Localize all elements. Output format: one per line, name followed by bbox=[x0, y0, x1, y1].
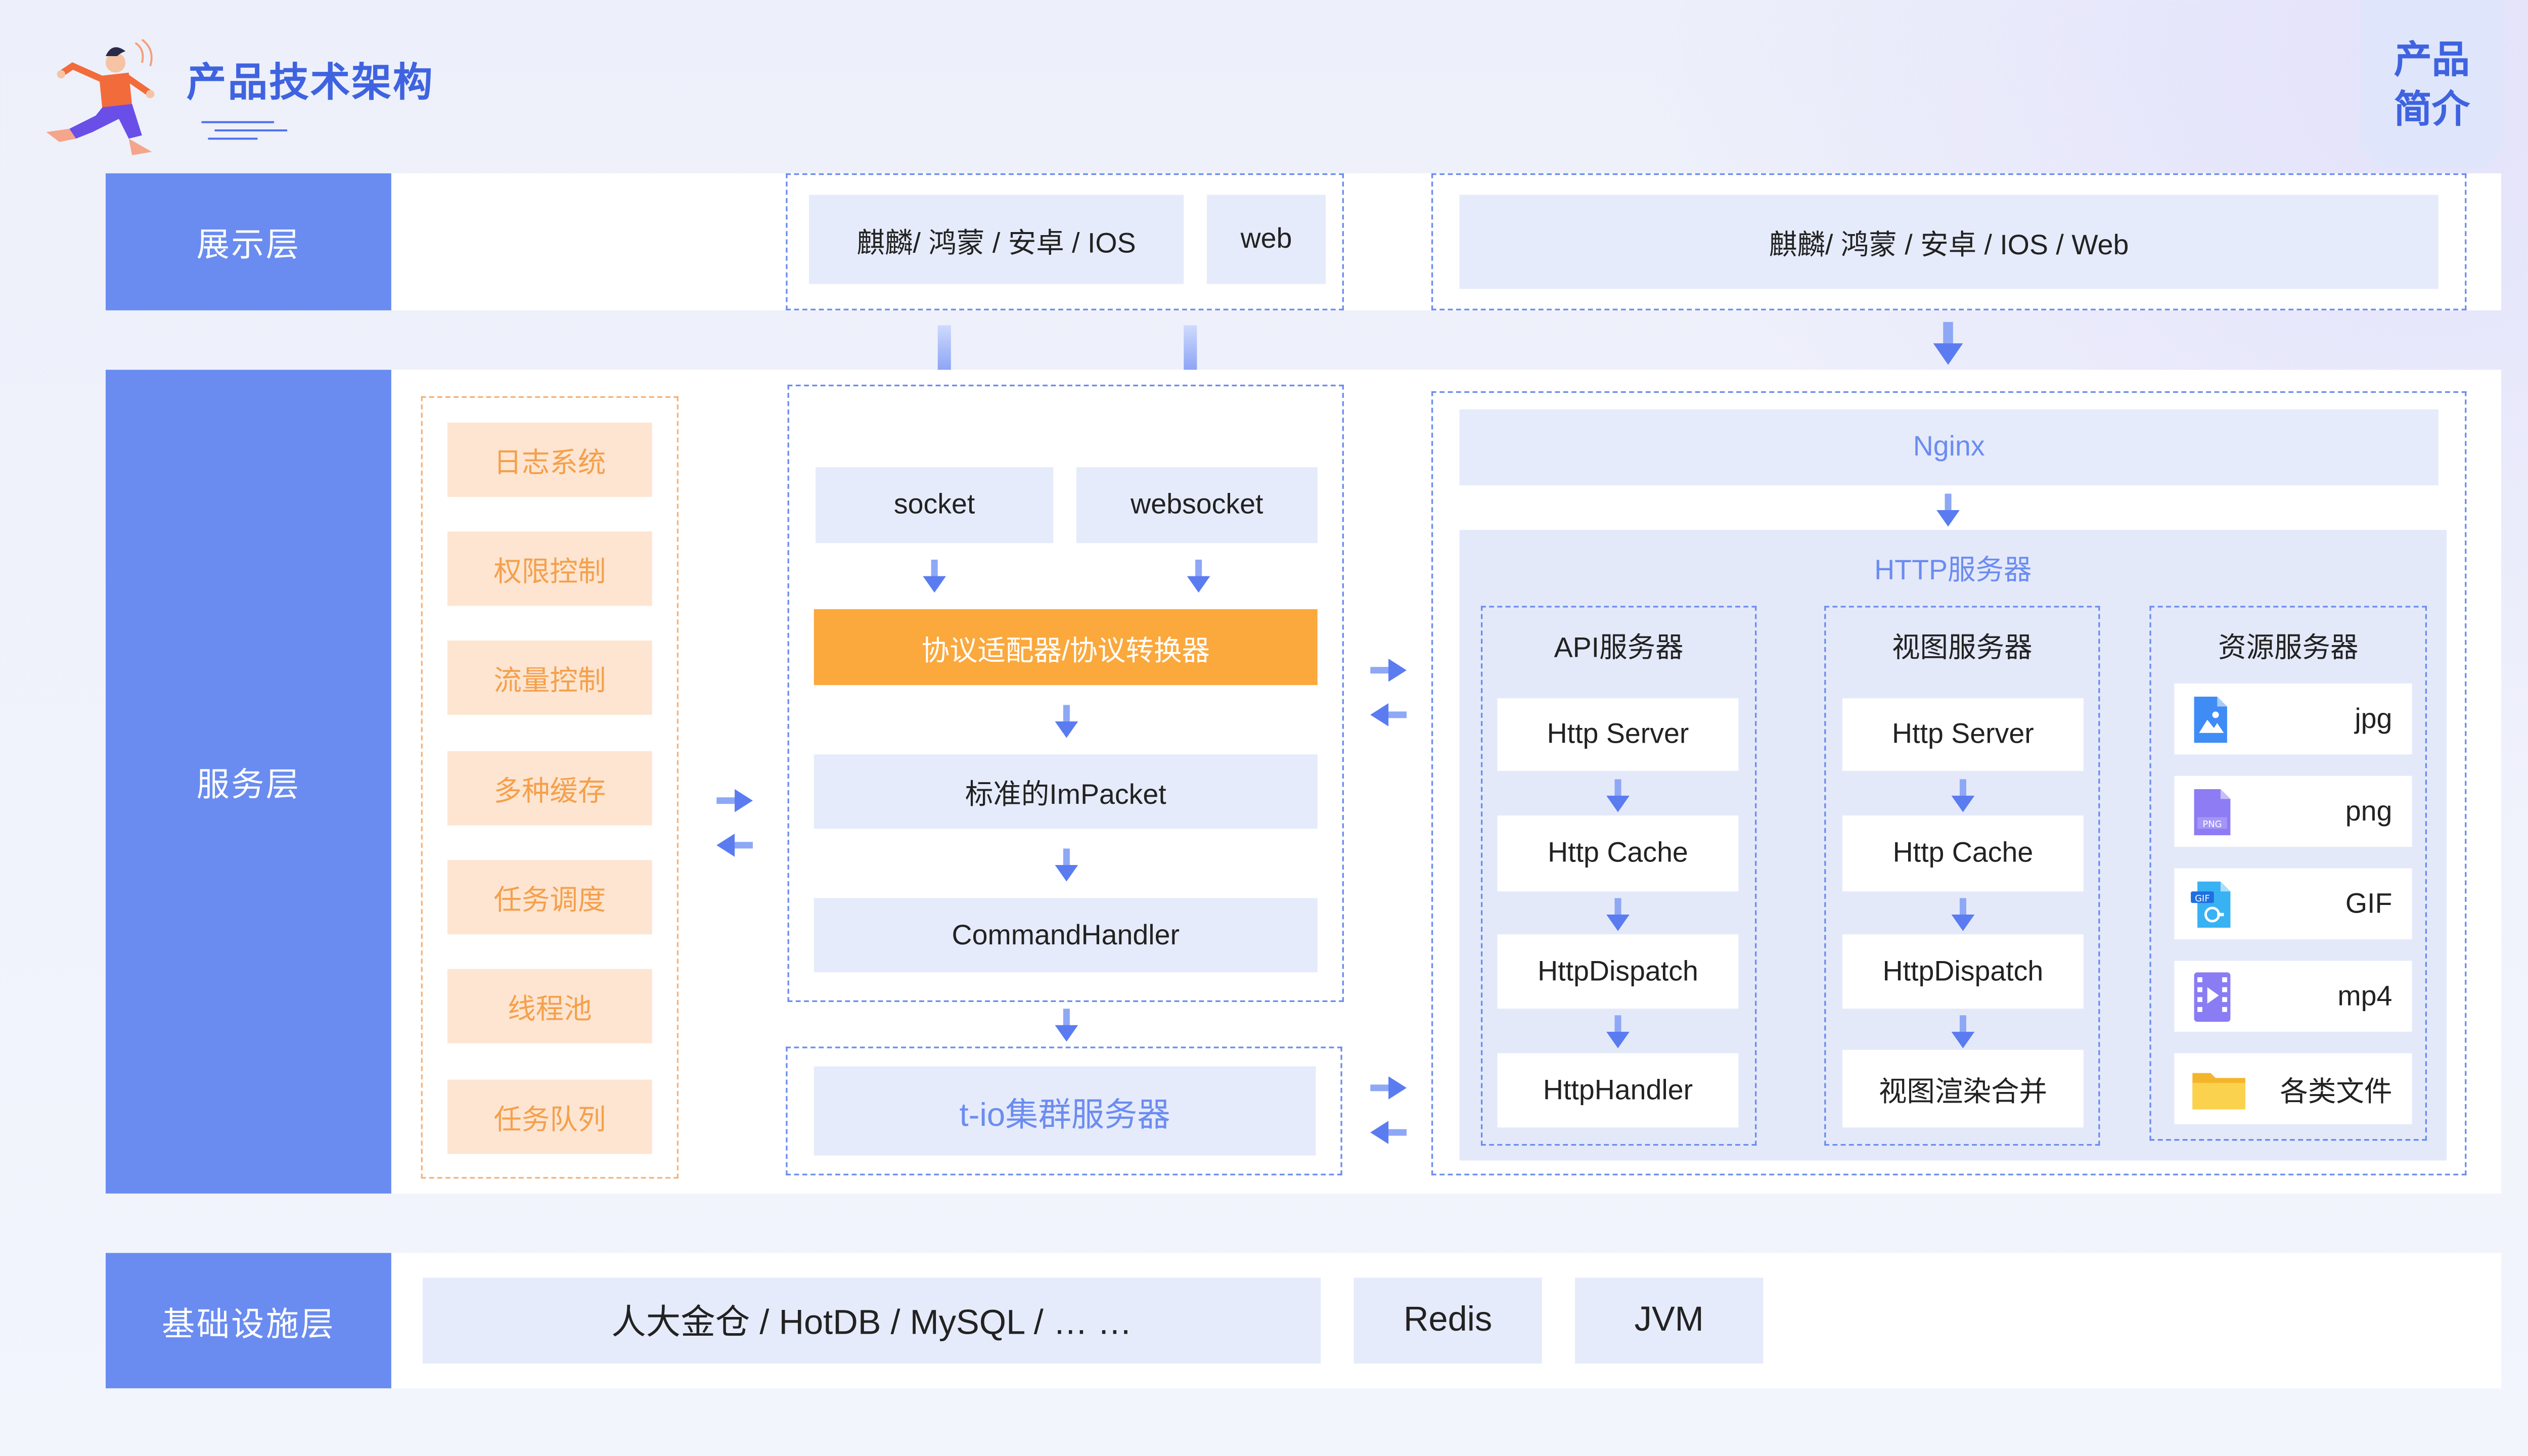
intro-tag: 产品 简介 bbox=[2361, 0, 2503, 169]
down-arrow bbox=[1606, 779, 1630, 812]
database-box: 人大金仓 / HotDB / MySQL / … … bbox=[422, 1278, 1321, 1364]
left-arrow bbox=[1370, 703, 1407, 726]
down-arrow bbox=[1606, 898, 1630, 931]
page-title: 产品技术架构 bbox=[186, 61, 434, 106]
title-decoration-lines bbox=[201, 116, 288, 142]
socket-box: socket bbox=[816, 467, 1054, 543]
gif-file-icon: GIF bbox=[2191, 881, 2234, 927]
png-file-icon: PNG bbox=[2191, 788, 2234, 835]
api-server-title: API服务器 bbox=[1554, 631, 1684, 663]
protocol-adapter-box: 协议适配器/协议转换器 bbox=[814, 609, 1318, 686]
left-arrow bbox=[716, 833, 753, 857]
http-server-title: HTTP服务器 bbox=[1874, 554, 2032, 585]
feature-item: 任务调度 bbox=[447, 860, 652, 935]
tio-cluster-box: t-io集群服务器 bbox=[814, 1066, 1316, 1156]
resource-item-png: PNG png bbox=[2174, 776, 2412, 847]
resource-item-label: jpg bbox=[2355, 702, 2392, 734]
layer-label-infrastructure: 基础设施层 bbox=[105, 1253, 391, 1389]
left-arrow bbox=[1370, 1121, 1407, 1144]
layer-label-presentation: 展示层 bbox=[105, 173, 391, 310]
down-arrow bbox=[1055, 1009, 1078, 1042]
client-platforms-box: 麒麟/ 鸿蒙 / 安卓 / IOS bbox=[808, 195, 1184, 284]
down-arrow bbox=[1951, 779, 1975, 812]
view-http-cache: Http Cache bbox=[1842, 815, 2084, 892]
impacket-box: 标准的ImPacket bbox=[814, 754, 1318, 829]
resource-item-label: png bbox=[2345, 795, 2392, 827]
intro-tag-line2: 简介 bbox=[2394, 87, 2470, 130]
layer-label-service: 服务层 bbox=[105, 370, 391, 1194]
down-arrow bbox=[1055, 848, 1078, 882]
intro-tag-line1: 产品 bbox=[2394, 38, 2470, 81]
down-arrow bbox=[1936, 493, 1960, 527]
nginx-box: Nginx bbox=[1459, 409, 2439, 485]
folder-icon bbox=[2191, 1066, 2247, 1112]
down-arrow bbox=[1606, 1015, 1630, 1049]
feature-item: 权限控制 bbox=[447, 531, 652, 606]
feature-item: 任务队列 bbox=[447, 1079, 652, 1154]
down-arrow bbox=[923, 559, 946, 593]
redis-box: Redis bbox=[1353, 1278, 1542, 1364]
api-http-server: Http Server bbox=[1497, 698, 1739, 771]
resource-item-jpg: jpg bbox=[2174, 683, 2412, 755]
resource-item-files: 各类文件 bbox=[2174, 1053, 2412, 1124]
svg-text:PNG: PNG bbox=[2202, 818, 2222, 829]
resource-item-gif: GIF GIF bbox=[2174, 868, 2412, 939]
resource-server-title: 资源服务器 bbox=[2218, 631, 2359, 663]
jvm-box: JVM bbox=[1575, 1278, 1764, 1364]
down-arrow bbox=[1055, 705, 1078, 738]
feature-item: 流量控制 bbox=[447, 640, 652, 715]
architecture-slide: 产品技术架构 产品 简介 展示层 麒麟/ 鸿蒙 / 安卓 / IOS web 麒… bbox=[0, 0, 2528, 1456]
jpg-file-icon bbox=[2191, 696, 2230, 742]
view-http-server: Http Server bbox=[1842, 698, 2084, 771]
client-all-platforms-box: 麒麟/ 鸿蒙 / 安卓 / IOS / Web bbox=[1459, 195, 2439, 289]
client-web-box: web bbox=[1206, 195, 1326, 284]
right-arrow bbox=[1370, 1076, 1407, 1100]
down-arrow bbox=[1187, 559, 1210, 593]
api-http-cache: Http Cache bbox=[1497, 815, 1739, 892]
resource-item-label: 各类文件 bbox=[2280, 1076, 2392, 1108]
resource-item-label: mp4 bbox=[2337, 979, 2392, 1011]
down-arrow bbox=[1951, 898, 1975, 931]
view-server-title: 视图服务器 bbox=[1892, 631, 2033, 663]
dancer-illustration bbox=[36, 33, 172, 162]
right-arrow bbox=[716, 789, 753, 812]
command-handler-box: CommandHandler bbox=[814, 898, 1318, 973]
api-http-handler: HttpHandler bbox=[1497, 1053, 1739, 1128]
api-http-dispatch: HttpDispatch bbox=[1497, 934, 1739, 1009]
view-render-merge: 视图渲染合并 bbox=[1842, 1050, 2084, 1128]
feature-item: 日志系统 bbox=[447, 422, 652, 497]
resource-item-mp4: mp4 bbox=[2174, 961, 2412, 1032]
feature-item: 多种缓存 bbox=[447, 751, 652, 826]
resource-item-label: GIF bbox=[2345, 887, 2392, 919]
video-file-icon bbox=[2191, 971, 2234, 1021]
websocket-box: websocket bbox=[1076, 467, 1318, 543]
down-arrow bbox=[1951, 1015, 1975, 1049]
down-arrow bbox=[1933, 322, 1963, 365]
feature-item: 线程池 bbox=[447, 969, 652, 1043]
right-arrow bbox=[1370, 658, 1407, 682]
svg-text:GIF: GIF bbox=[2195, 892, 2210, 903]
view-http-dispatch: HttpDispatch bbox=[1842, 934, 2084, 1009]
